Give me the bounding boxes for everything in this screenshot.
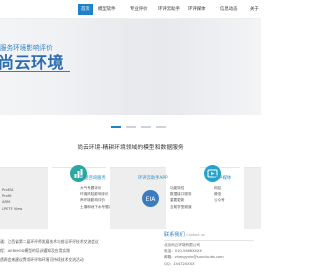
slider-dot-4[interactable]: [156, 126, 166, 128]
card-title: 环评媒体: [214, 176, 232, 181]
nav-item-eia-media[interactable]: 环评媒体: [188, 4, 206, 15]
card-title: 环评云助手APP: [138, 176, 168, 181]
contact-title: 联系我们 Contact us: [164, 231, 261, 240]
news-item[interactable]: 透两会来建议贯彻环评和环境可持续技术交流活动: [0, 255, 160, 264]
hero-banner[interactable]: 服务环境影响评价 尚云环境: [0, 19, 261, 115]
contact-list: 北京尚云环境有限公司 电话：010-5966XXXX 邮箱：zhangyxin@…: [164, 242, 261, 267]
news-list: 通：江西省第二届环评师发展技术与前沿环评技术交流会议 程：AERMOD模型的培训…: [0, 237, 160, 264]
card-media[interactable]: 环评媒体 网站 微信 公众号: [200, 165, 240, 229]
hero-divider: [0, 71, 70, 72]
contact-title-sub: Contact us: [186, 233, 205, 237]
slider-dot-2[interactable]: [126, 126, 136, 128]
contact-qq: QQ：14472XXXX: [164, 261, 195, 266]
news-item[interactable]: 通：江西省第二届环评师发展技术与前沿环评技术交流会议: [0, 237, 160, 246]
contact-title-text: 联系我们: [164, 232, 185, 238]
slider-dot-1[interactable]: [111, 126, 121, 128]
card-list: 功能特性 数据接口服务 重要更新 互助学堂频道: [170, 185, 192, 210]
nav-item-eia-assistant[interactable]: 环评云助手: [158, 4, 180, 15]
news-item[interactable]: 程：AERMOD模型的培训通知及应用实践: [0, 246, 160, 255]
card-list-item[interactable]: 互助学堂频道: [170, 204, 192, 210]
card-eia-app[interactable]: 环评云助手APP EIA 功能特性 数据接口服务 重要更新 互助学堂频道: [110, 167, 192, 229]
card-consulting[interactable]: 专题咨询服务 大气专题评价 环境风险影响评价 声环境影响评价 土壤和地下水专题评…: [52, 165, 116, 229]
card-title: 专题咨询服务: [80, 176, 106, 181]
card-list: ProEIA Profit ARM LPETF View: [2, 187, 22, 212]
nav-item-news[interactable]: 信息动态: [220, 4, 238, 15]
nav-item-home[interactable]: 首页: [78, 4, 93, 15]
nav-item-about[interactable]: 关于: [250, 4, 259, 15]
nav-item-professional-evaluation[interactable]: 专业评价: [130, 4, 148, 15]
card-list-item[interactable]: LPETF View: [2, 206, 22, 212]
card-list: 网站 微信 公众号: [214, 185, 225, 204]
slider-indicators: [111, 126, 166, 128]
nav-item-model-software[interactable]: 模型软件: [98, 4, 116, 15]
section-title: 尚云环境-精耕环境领域的模型和数据服务: [77, 145, 184, 151]
card-model-software[interactable]: ProEIA Profit ARM LPETF View: [0, 167, 48, 229]
hero-brand-title: 尚云环境: [0, 53, 65, 72]
slider-dot-3[interactable]: [141, 126, 151, 128]
card-extra[interactable]: [244, 167, 261, 229]
hero-background: [60, 19, 261, 115]
card-list-item[interactable]: 公众号: [214, 197, 225, 203]
contact-divider: [164, 240, 254, 241]
contact-panel: 联系我们 Contact us 北京尚云环境有限公司 电话：010-5966XX…: [164, 231, 261, 267]
eia-icon-label: EIA: [146, 196, 157, 203]
eia-app-icon: EIA: [142, 190, 159, 207]
top-nav: 首页 模型软件 专业评价 环评云助手 环评媒体 信息动态 关于: [0, 0, 261, 19]
